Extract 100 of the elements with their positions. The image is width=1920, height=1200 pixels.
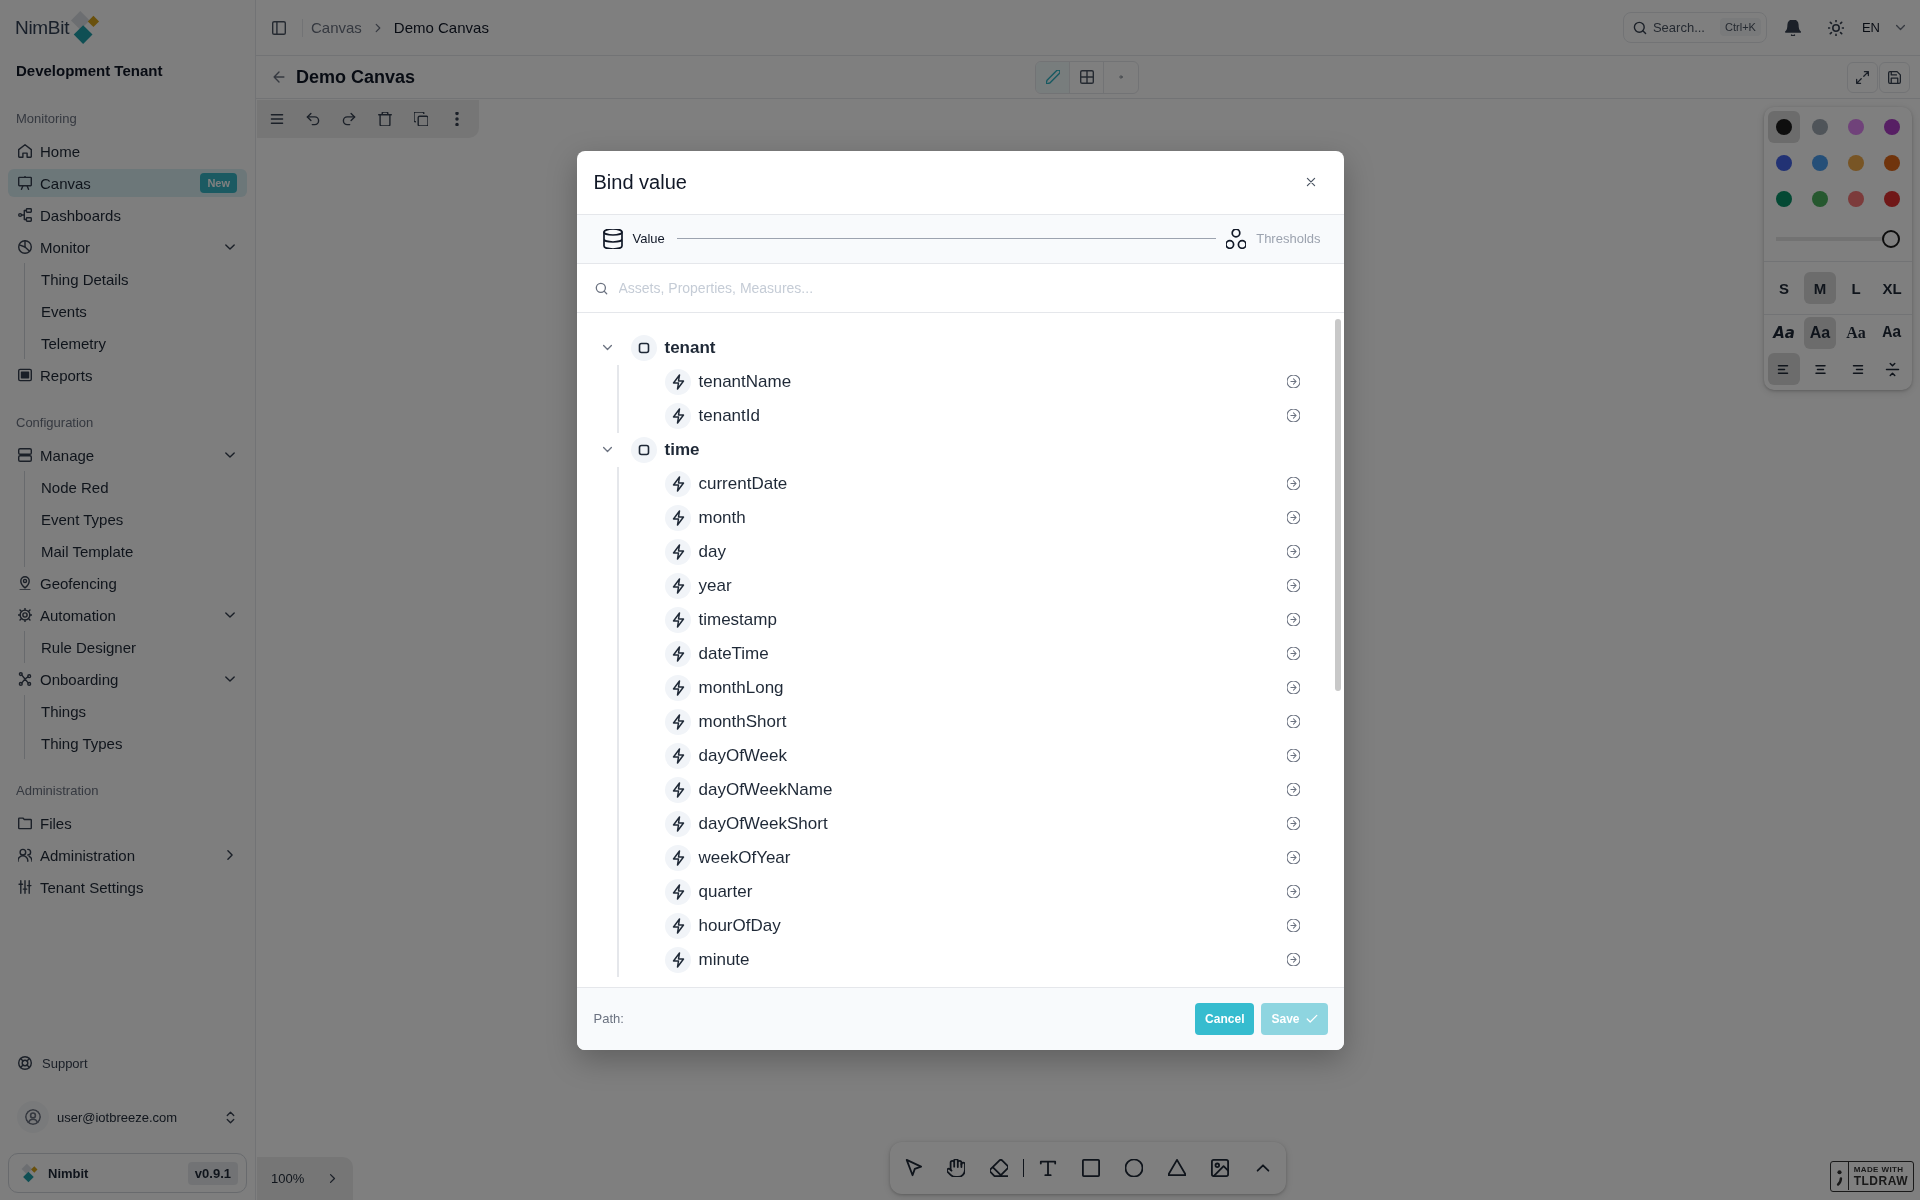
lightning-icon — [664, 912, 691, 939]
breadcrumb-link[interactable]: Canvas — [311, 19, 362, 36]
lightning-icon — [664, 708, 691, 735]
version-badge: v0.9.1 — [187, 1161, 238, 1185]
fullscreen-button[interactable] — [1847, 61, 1878, 93]
document-icon — [18, 368, 32, 382]
search-field[interactable]: Assets, Properties, Measures... — [576, 263, 1344, 313]
lightning-icon — [664, 742, 691, 769]
arrow-circle-right-icon — [1286, 579, 1300, 592]
nav-item[interactable]: Administration — [8, 841, 247, 869]
search-icon — [594, 281, 608, 295]
nav-subitem[interactable]: Telemetry — [25, 329, 247, 357]
made-with-tldraw-badge[interactable]: MADE WITH TLDRAW — [1829, 1161, 1914, 1192]
size-button[interactable]: XL — [1876, 272, 1908, 304]
align-button[interactable] — [1768, 353, 1800, 385]
tree-item[interactable]: day — [618, 534, 1344, 569]
nav-subitem[interactable]: Thing Details — [25, 265, 247, 293]
arrow-circle-right-icon — [1286, 851, 1300, 864]
slider-thumb[interactable] — [1882, 230, 1900, 248]
nav-subitem[interactable]: Mail Template — [25, 537, 247, 565]
zoom-level-button[interactable]: 100% — [267, 1163, 309, 1194]
tree-item[interactable]: currentDate — [618, 466, 1344, 501]
tree-item[interactable]: weekOfYear — [618, 840, 1344, 875]
user-menu-button[interactable]: user@iotbreeze.com — [8, 1101, 247, 1133]
nav-subitem[interactable]: Events — [25, 297, 247, 325]
nav-subitem[interactable]: Rule Designer — [25, 633, 247, 661]
tree-item[interactable]: monthShort — [618, 704, 1344, 739]
rectangle-icon — [1082, 1159, 1101, 1177]
size-button[interactable]: S — [1768, 272, 1800, 304]
tree-item[interactable]: month — [618, 500, 1344, 535]
hand-icon — [946, 1159, 965, 1177]
lightning-icon — [664, 538, 691, 565]
tree-item[interactable]: dayOfWeekName — [618, 772, 1344, 807]
undo-icon — [306, 112, 320, 126]
tree-item[interactable]: monthLong — [618, 670, 1344, 705]
nav-subitem[interactable]: Node Red — [25, 473, 247, 501]
lightning-icon — [664, 674, 691, 701]
nav-item[interactable]: Dashboards — [8, 201, 247, 229]
tree-item[interactable]: dayOfWeekShort — [618, 806, 1344, 841]
tree-item[interactable]: timestamp — [618, 602, 1344, 637]
tree-item[interactable]: tenantId — [618, 398, 1344, 433]
nav-item[interactable]: Reports — [8, 361, 247, 389]
arrow-circle-right-icon — [1286, 375, 1300, 388]
nav-item[interactable]: Files — [8, 809, 247, 837]
nav-item[interactable]: Manage — [8, 441, 247, 469]
size-button[interactable]: L — [1840, 272, 1872, 304]
font-button[interactable]: Aa — [1840, 317, 1872, 349]
sun-icon — [1827, 19, 1844, 36]
vertical-align-icon — [1884, 361, 1900, 377]
tree-item[interactable]: dayOfWeek — [618, 738, 1344, 773]
section-label: Administration — [15, 782, 100, 800]
tree-item[interactable]: quarter — [618, 874, 1344, 909]
arrow-circle-right-icon — [1286, 817, 1300, 830]
nav-subitem[interactable]: Thing Types — [25, 729, 247, 757]
tree-group[interactable]: time — [576, 432, 1344, 467]
arrow-left-icon — [272, 70, 286, 84]
nav-item[interactable]: Home — [8, 137, 247, 165]
nav-subitem[interactable]: Event Types — [25, 505, 247, 533]
font-button[interactable]: Aa — [1768, 317, 1800, 349]
lightning-icon — [664, 640, 691, 667]
chevron-up-down-icon — [224, 1110, 237, 1124]
language-button[interactable]: EN — [1861, 12, 1907, 43]
lightning-icon — [664, 878, 691, 905]
nav-item[interactable]: Geofencing — [8, 569, 247, 597]
tree-item[interactable]: dateTime — [618, 636, 1344, 671]
nav-item[interactable]: Tenant Settings — [8, 873, 247, 901]
nav-item[interactable]: Monitor — [8, 233, 247, 261]
step-tab[interactable]: Thresholds — [1226, 228, 1321, 249]
tree-group[interactable]: tenant — [576, 330, 1344, 365]
arrow-circle-right-icon — [1286, 715, 1300, 728]
font-button[interactable]: Aa — [1804, 317, 1836, 349]
tree-item[interactable]: year — [618, 568, 1344, 603]
pointer-icon — [903, 1159, 922, 1177]
save-button[interactable] — [1879, 61, 1910, 93]
arrow-circle-right-icon — [1286, 919, 1300, 932]
tree-item[interactable]: hourOfDay — [618, 908, 1344, 943]
search-icon — [1632, 20, 1647, 35]
nav-item[interactable]: Canvas New — [8, 169, 247, 197]
tenant-name: Development Tenant — [15, 61, 164, 81]
arrow-circle-right-icon — [1286, 681, 1300, 694]
tree-item[interactable]: minute — [618, 942, 1344, 977]
check-icon — [1305, 1012, 1318, 1025]
step-tab[interactable]: Value — [602, 228, 665, 249]
support-link[interactable]: Support — [8, 1047, 247, 1079]
size-button[interactable]: M — [1804, 272, 1836, 304]
text-icon — [1039, 1159, 1058, 1177]
triangle-icon — [1168, 1159, 1187, 1177]
sliders-icon — [18, 880, 32, 894]
lightning-icon — [664, 946, 691, 973]
font-button[interactable]: Aa — [1876, 317, 1908, 349]
nodes-icon — [18, 208, 32, 222]
nav-subitem[interactable]: Things — [25, 697, 247, 725]
lightning-icon — [664, 504, 691, 531]
tree-item[interactable]: tenantName — [618, 364, 1344, 399]
scrollbar-thumb[interactable] — [1334, 318, 1341, 691]
users-icon — [18, 848, 32, 862]
shortcut-key: Ctrl+K — [1720, 18, 1761, 36]
color-button[interactable] — [1768, 111, 1800, 143]
nav-item[interactable]: Onboarding — [8, 665, 247, 693]
nav-item[interactable]: Automation — [8, 601, 247, 629]
